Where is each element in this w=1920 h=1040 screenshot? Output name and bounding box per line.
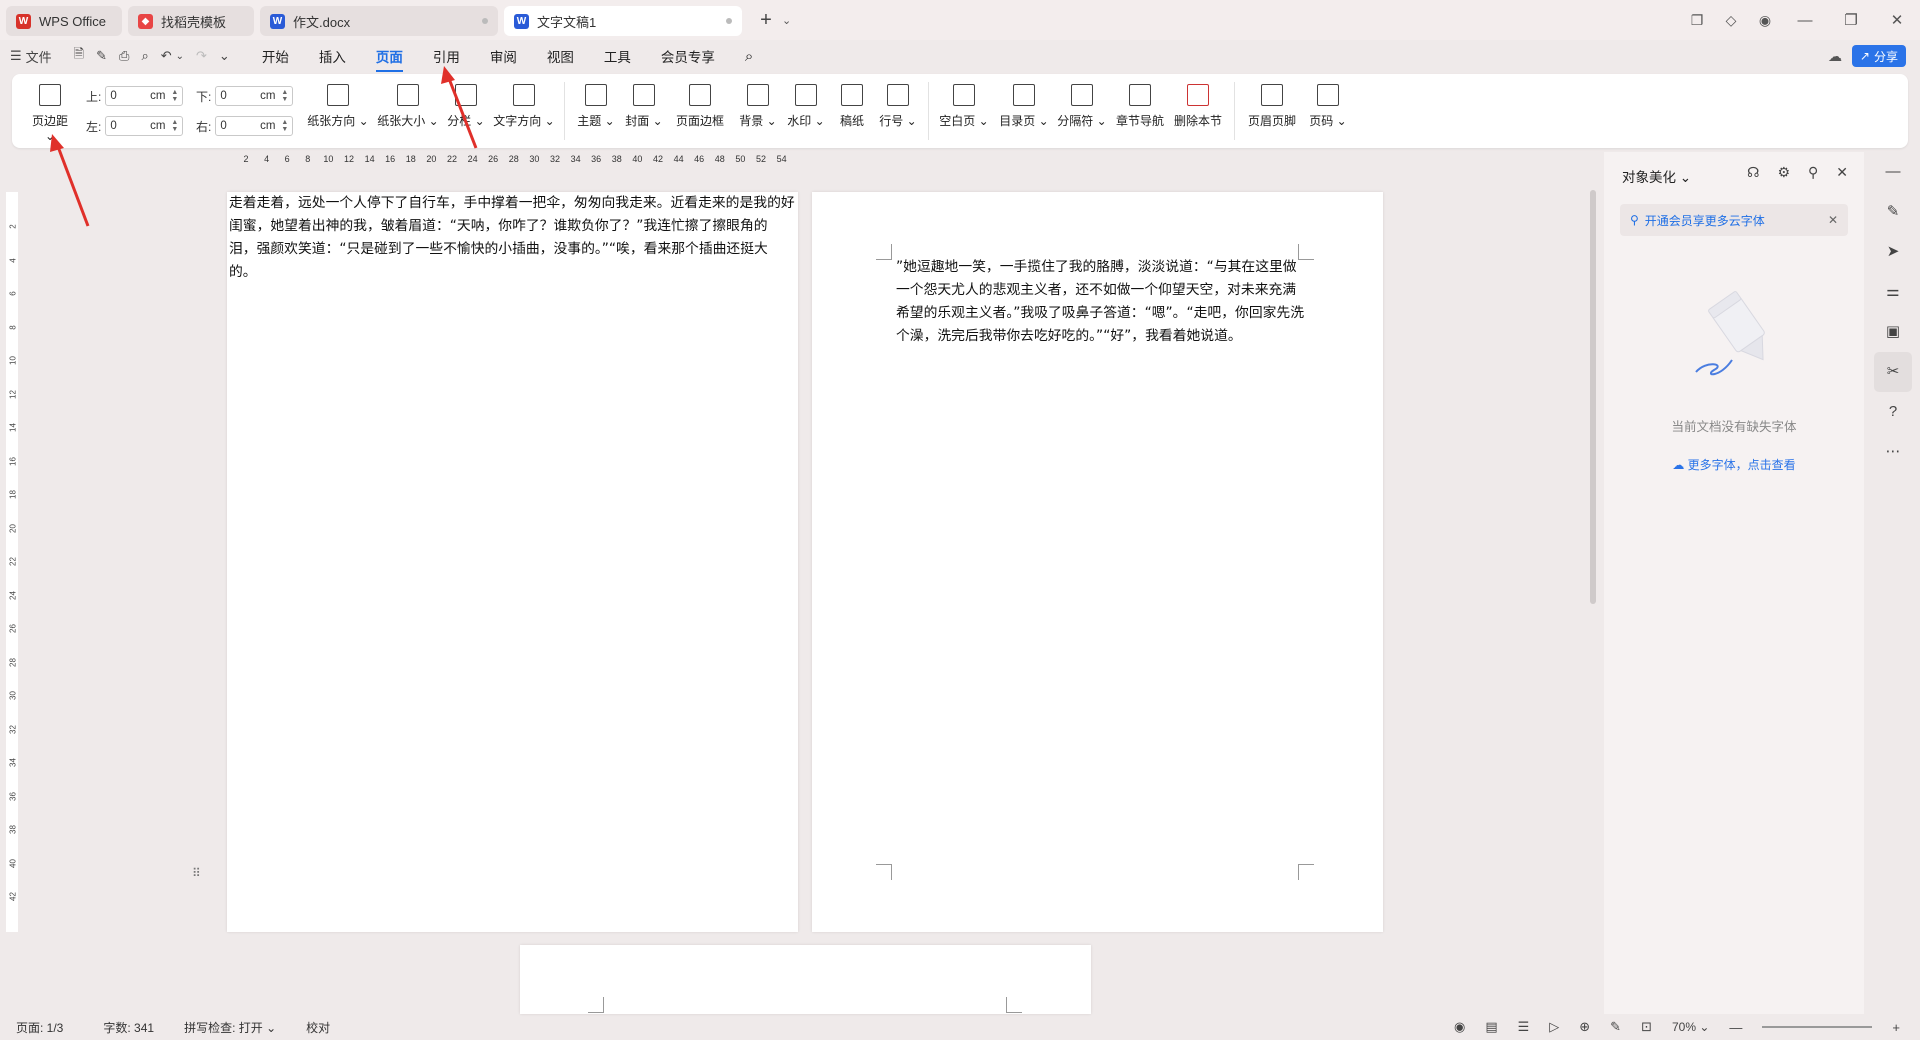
arrow-to-margins [50,134,90,227]
annotation-arrows [50,66,478,227]
arrow-to-page-tab [441,66,478,149]
